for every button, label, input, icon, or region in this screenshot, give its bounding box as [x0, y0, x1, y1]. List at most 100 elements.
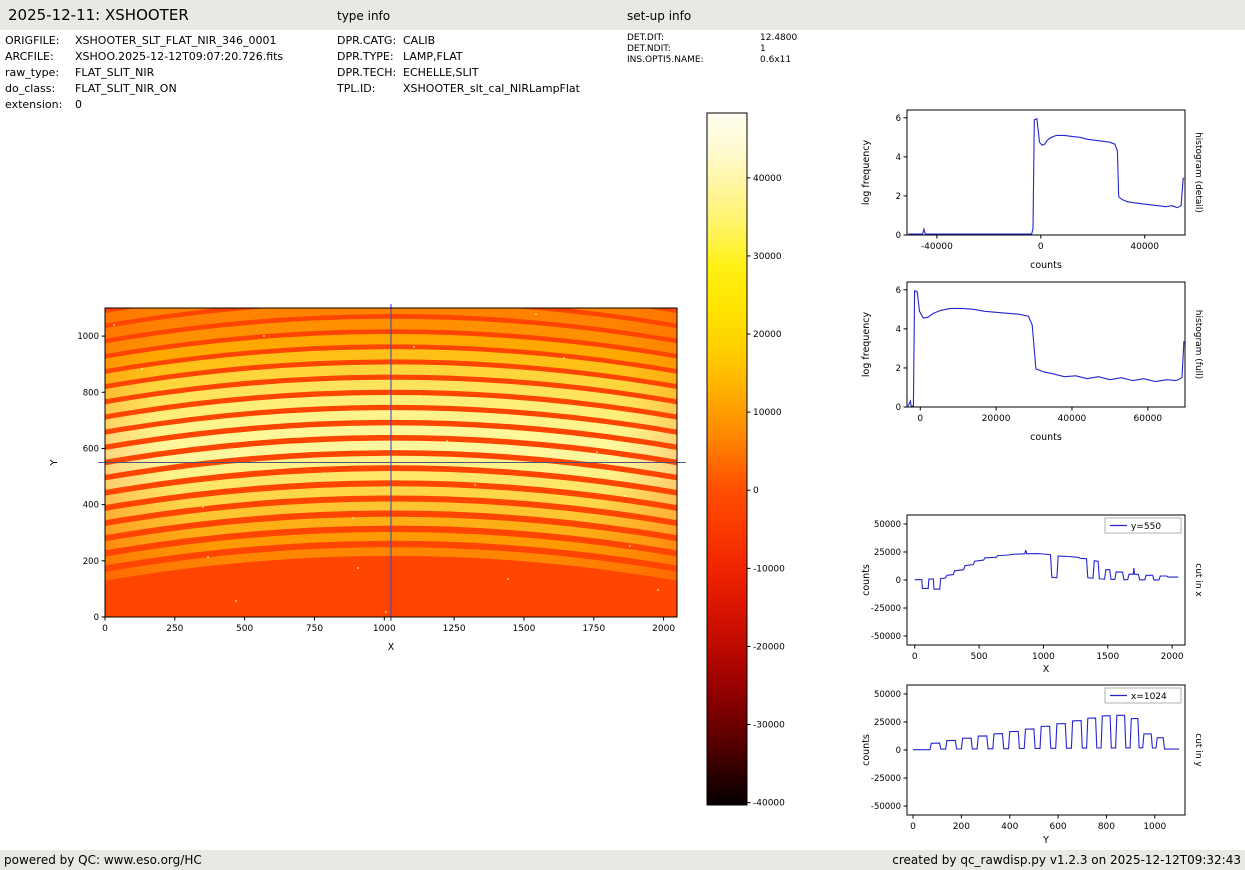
- svg-text:2000: 2000: [1161, 652, 1184, 662]
- svg-text:1500: 1500: [512, 624, 535, 634]
- metadata-label: TPL.ID:: [337, 81, 403, 97]
- svg-text:40000: 40000: [1130, 242, 1159, 252]
- svg-text:-25000: -25000: [871, 604, 901, 614]
- svg-text:600: 600: [83, 444, 99, 454]
- svg-text:50000: 50000: [874, 520, 901, 530]
- svg-text:Y: Y: [1042, 835, 1049, 846]
- svg-text:-50000: -50000: [871, 632, 901, 642]
- setup-info-heading: set-up info: [627, 9, 691, 23]
- svg-text:counts: counts: [1030, 260, 1062, 271]
- svg-text:750: 750: [306, 624, 323, 634]
- file-metadata-column: ORIGFILE:XSHOOTER_SLT_FLAT_NIR_346_0001 …: [5, 33, 283, 113]
- metadata-value: XSHOOTER_slt_cal_NIRLampFlat: [403, 82, 580, 95]
- svg-text:4: 4: [896, 153, 901, 163]
- svg-text:cut in x: cut in x: [1193, 563, 1203, 597]
- svg-text:0: 0: [1038, 242, 1044, 252]
- cut-x-svg: 0500100015002000-50000-2500002500050000X…: [855, 505, 1207, 680]
- hist-full-svg: 02000040000600000246countslog frequencyh…: [855, 272, 1207, 457]
- metadata-label: extension:: [5, 97, 75, 113]
- svg-text:400: 400: [1001, 822, 1018, 832]
- main-image-svg: 0250500750100012501500175020000200400600…: [40, 290, 700, 665]
- metadata-row-detdit: DET.DIT:12.4800: [627, 33, 797, 44]
- metadata-label: do_class:: [5, 81, 75, 97]
- svg-text:2: 2: [896, 192, 901, 202]
- svg-text:60000: 60000: [1134, 414, 1163, 424]
- svg-text:0: 0: [102, 624, 108, 634]
- histogram-detail-plot: -400000400000246countslog frequencyhisto…: [855, 100, 1207, 285]
- svg-text:-40000: -40000: [753, 799, 785, 809]
- svg-text:10000: 10000: [753, 408, 782, 418]
- svg-text:0: 0: [896, 746, 901, 756]
- svg-text:0: 0: [912, 652, 918, 662]
- metadata-label: ORIGFILE:: [5, 33, 75, 49]
- cut-y-svg: 02004006008001000-50000-2500002500050000…: [855, 675, 1207, 850]
- svg-text:40000: 40000: [1058, 414, 1087, 424]
- svg-text:200: 200: [83, 557, 99, 567]
- svg-text:counts: counts: [1030, 432, 1062, 443]
- metadata-value: FLAT_SLIT_NIR: [75, 66, 154, 79]
- svg-text:6: 6: [896, 286, 901, 296]
- metadata-value: FLAT_SLIT_NIR_ON: [75, 82, 177, 95]
- svg-text:1000: 1000: [1032, 652, 1055, 662]
- colorbar-gradient: [707, 113, 747, 805]
- metadata-value: 1: [760, 44, 766, 54]
- svg-text:1250: 1250: [443, 624, 466, 634]
- metadata-row-extension: extension:0: [5, 97, 283, 113]
- cut-in-y-plot: 02004006008001000-50000-2500002500050000…: [855, 675, 1207, 850]
- svg-text:2: 2: [896, 364, 901, 374]
- svg-text:500: 500: [970, 652, 987, 662]
- cut-x-legend: y=550: [1105, 518, 1181, 533]
- svg-text:-30000: -30000: [753, 721, 785, 731]
- header-bar: 2025-12-11: XSHOOTER type info set-up in…: [0, 0, 1245, 30]
- svg-text:X: X: [1043, 664, 1050, 675]
- svg-text:-50000: -50000: [871, 802, 901, 812]
- metadata-row-dprtype: DPR.TYPE:LAMP,FLAT: [337, 49, 580, 65]
- svg-text:0: 0: [910, 822, 916, 832]
- hist-detail-svg: -400000400000246countslog frequencyhisto…: [855, 100, 1207, 285]
- type-info-column: DPR.CATG:CALIB DPR.TYPE:LAMP,FLAT DPR.TE…: [337, 33, 580, 97]
- svg-text:30000: 30000: [753, 252, 782, 262]
- metadata-value: CALIB: [403, 34, 435, 47]
- svg-text:800: 800: [83, 388, 99, 398]
- cut-y-legend: x=1024: [1105, 688, 1181, 703]
- svg-text:600: 600: [1049, 822, 1066, 832]
- svg-text:log frequency: log frequency: [861, 312, 872, 378]
- svg-text:1000: 1000: [1143, 822, 1166, 832]
- svg-text:-10000: -10000: [753, 564, 785, 574]
- svg-text:0: 0: [917, 414, 923, 424]
- metadata-value: XSHOO.2025-12-12T09:07:20.726.fits: [75, 50, 283, 63]
- metadata-value: 12.4800: [760, 33, 797, 43]
- metadata-value: ECHELLE,SLIT: [403, 66, 479, 79]
- metadata-label: DPR.TECH:: [337, 65, 403, 81]
- svg-text:20000: 20000: [753, 330, 782, 340]
- metadata-row-origfile: ORIGFILE:XSHOOTER_SLT_FLAT_NIR_346_0001: [5, 33, 283, 49]
- svg-text:50000: 50000: [874, 690, 901, 700]
- colorbar: 400003000020000100000-10000-20000-30000-…: [700, 105, 810, 815]
- svg-text:log frequency: log frequency: [861, 140, 872, 206]
- svg-text:4: 4: [896, 325, 901, 335]
- svg-text:0: 0: [896, 403, 901, 413]
- metadata-row-tplid: TPL.ID:XSHOOTER_slt_cal_NIRLampFlat: [337, 81, 580, 97]
- metadata-value: 0.6x11: [760, 55, 791, 65]
- metadata-label: DET.NDIT:: [627, 44, 760, 55]
- svg-text:Y: Y: [49, 459, 60, 466]
- svg-text:histogram (detail): histogram (detail): [1193, 132, 1203, 213]
- raw-frame-image-plot: 0250500750100012501500175020000200400600…: [40, 290, 700, 665]
- svg-text:X: X: [388, 642, 395, 653]
- metadata-row-dprtech: DPR.TECH:ECHELLE,SLIT: [337, 65, 580, 81]
- svg-text:2000: 2000: [652, 624, 675, 634]
- svg-text:1000: 1000: [373, 624, 396, 634]
- metadata-row-detndit: DET.NDIT:1: [627, 44, 797, 55]
- svg-text:-20000: -20000: [753, 642, 785, 652]
- svg-text:1500: 1500: [1096, 652, 1119, 662]
- svg-text:0: 0: [896, 576, 901, 586]
- cut-in-x-plot: 0500100015002000-50000-2500002500050000X…: [855, 505, 1207, 680]
- svg-text:1000: 1000: [77, 332, 99, 342]
- svg-text:1750: 1750: [582, 624, 605, 634]
- setup-info-column: DET.DIT:12.4800 DET.NDIT:1 INS.OPTI5.NAM…: [627, 33, 797, 66]
- metadata-label: INS.OPTI5.NAME:: [627, 55, 760, 66]
- svg-text:counts: counts: [861, 564, 872, 596]
- metadata-label: DET.DIT:: [627, 33, 760, 44]
- svg-text:250: 250: [166, 624, 183, 634]
- svg-text:cut in y: cut in y: [1193, 733, 1203, 767]
